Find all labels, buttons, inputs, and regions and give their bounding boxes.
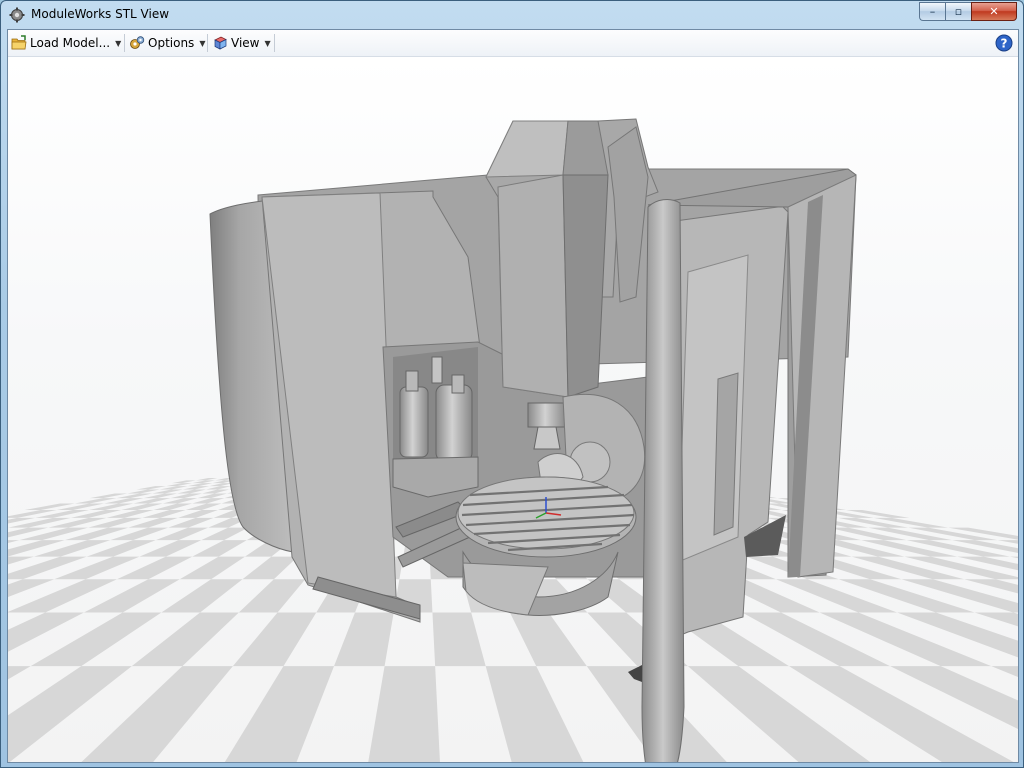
- floor-tile: [177, 510, 218, 518]
- floor-tile: [201, 527, 249, 541]
- toolbar-separator: [207, 34, 208, 52]
- view-button[interactable]: View ▼: [212, 33, 271, 53]
- help-button[interactable]: ?: [995, 34, 1013, 52]
- toolbar: Load Model... ▼ Options ▼ View ▼ ?: [8, 30, 1018, 57]
- help-icon: ?: [995, 34, 1013, 52]
- 3d-viewport[interactable]: [8, 57, 1018, 762]
- floor-tile: [202, 489, 230, 494]
- floor-tile: [171, 480, 196, 484]
- caption-buttons: – ▫ ✕: [919, 2, 1017, 22]
- floor-tile: [192, 480, 216, 484]
- floor-tile: [182, 486, 210, 490]
- floor-tile: [155, 527, 209, 541]
- load-model-label: Load Model...: [30, 36, 111, 50]
- floor-tile: [232, 612, 317, 667]
- floor-tile: [238, 579, 306, 613]
- close-button[interactable]: ✕: [971, 2, 1017, 21]
- floor-tile: [185, 503, 222, 511]
- floor-tile: [177, 489, 207, 494]
- folder-icon: [11, 35, 27, 50]
- floor-tile: [127, 489, 160, 494]
- floor-tile: [192, 540, 247, 557]
- floor-tile: [153, 503, 193, 511]
- floor-tile: [168, 517, 214, 528]
- maximize-button[interactable]: ▫: [945, 2, 971, 21]
- chevron-down-icon: ▼: [199, 38, 206, 48]
- floor-tile: [170, 493, 203, 499]
- floor-tile: [432, 612, 486, 667]
- floor-tile: [206, 486, 232, 490]
- minimize-button[interactable]: –: [919, 2, 945, 21]
- options-label: Options: [148, 36, 195, 50]
- help-glyph: ?: [1001, 37, 1008, 51]
- floor-tile: [136, 486, 167, 490]
- close-icon: ✕: [989, 5, 999, 18]
- chevron-down-icon: ▼: [115, 38, 122, 48]
- floor-tile: [368, 666, 440, 762]
- chevron-down-icon: ▼: [264, 38, 271, 48]
- floor-tile: [242, 556, 298, 580]
- floor-tile: [159, 486, 188, 490]
- toolbar-separator: [274, 34, 275, 52]
- floor-tile: [179, 556, 245, 580]
- floor-tile: [509, 612, 587, 667]
- load-model-button[interactable]: Load Model... ▼: [11, 33, 121, 53]
- floor-tile: [152, 489, 183, 494]
- floor-tile: [192, 498, 225, 504]
- floor-tile: [161, 579, 243, 613]
- options-button[interactable]: Options ▼: [129, 33, 205, 53]
- floor-tile: [187, 483, 213, 487]
- window-title: ModuleWorks STL View: [31, 7, 170, 21]
- view-label: View: [231, 36, 260, 50]
- floor-tile: [224, 666, 335, 762]
- floor-tile: [334, 612, 394, 667]
- cube-view-icon: [214, 36, 227, 50]
- scene-canvas[interactable]: [8, 57, 1018, 762]
- floor-tile: [162, 498, 198, 504]
- minimize-icon: –: [929, 5, 936, 18]
- floor-tile: [485, 666, 584, 762]
- floor-tile: [166, 483, 193, 487]
- toolbar-separator: [124, 34, 125, 52]
- floor-tile: [195, 478, 218, 481]
- application-window: ModuleWorks STL View – ▫ ✕ Load Model...…: [0, 0, 1024, 768]
- gears-icon: [130, 36, 145, 49]
- client-area: Load Model... ▼ Options ▼ View ▼ ?: [7, 29, 1019, 763]
- gear-icon: [9, 7, 25, 23]
- title-bar[interactable]: ModuleWorks STL View – ▫ ✕: [1, 1, 1023, 29]
- floor-tile: [197, 493, 228, 499]
- floor-tile: [209, 483, 233, 487]
- maximize-icon: ▫: [954, 5, 963, 18]
